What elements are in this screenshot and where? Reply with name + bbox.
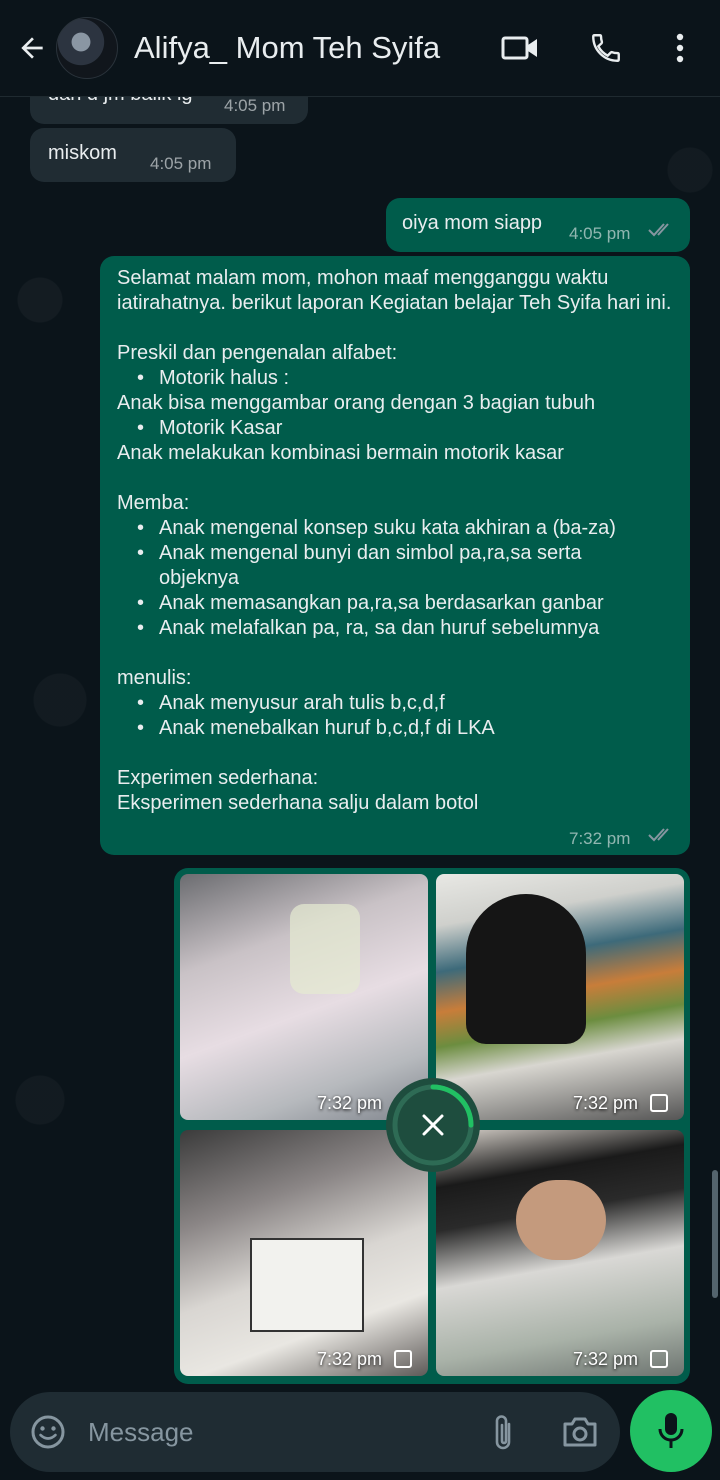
bullet-list: Motorik Kasar [117,416,677,441]
message-time: 4:05 pm [150,154,212,173]
message-composer [10,1392,620,1472]
message-time: 7:32 pm [569,829,631,848]
cancel-upload-button[interactable] [386,1078,480,1172]
section-title: Preskil dan pengenalan alfabet: [117,342,398,364]
bullet-list: Anak menyusur arah tulis b,c,d,f Anak me… [117,691,677,741]
section-title: Memba: [117,492,190,514]
more-vert-icon [676,33,684,63]
list-item: Anak menyusur arah tulis b,c,d,f [137,691,677,716]
chat-header: Alifya_ Mom Teh Syifa [0,0,720,97]
photo-time: 7:32 pm [572,1349,638,1369]
video-call-icon [501,36,537,60]
message-line: Eksperimen sederhana salju dalam botol [117,792,479,814]
pending-clock-icon [650,1350,668,1368]
bottle-shape [290,904,360,994]
message-input[interactable] [86,1415,470,1449]
message-line: Anak melakukan kombinasi bermain motorik… [117,442,564,464]
list-item: Anak mengenal bunyi dan simbol pa,ra,sa … [137,541,677,591]
read-ticks-icon [648,828,669,842]
video-call-button[interactable] [498,26,542,70]
message-line: Anak bisa menggambar orang dengan 3 bagi… [117,392,596,414]
attach-button[interactable] [486,1410,520,1454]
list-item: Anak menebalkan huruf b,c,d,f di LKA [137,716,677,741]
camera-button[interactable] [558,1410,602,1454]
message-bubble-outgoing[interactable]: oiya mom siapp 4:05 pm [386,198,690,252]
section-title: menulis: [117,667,192,689]
voice-call-button[interactable] [584,26,628,70]
message-text: oiya mom siapp [402,212,543,234]
message-bubble-outgoing[interactable]: Selamat malam mom, mohon maaf mengganggu… [100,256,690,855]
list-item: Motorik Kasar [137,416,677,441]
contact-avatar[interactable] [56,17,118,79]
more-options-button[interactable] [658,26,702,70]
photo-time: 7:32 pm [316,1093,382,1113]
message-bubble-incoming[interactable]: miskom 4:05 pm [30,128,236,182]
message-time: 4:05 pm [569,224,631,243]
read-ticks-icon [648,223,669,237]
contact-name[interactable]: Alifya_ Mom Teh Syifa [134,30,440,66]
worksheet-shape [250,1238,364,1332]
back-button[interactable] [10,26,54,70]
attach-icon [495,1415,511,1450]
section-title: Experimen sederhana: [117,767,319,789]
list-item: Anak melafalkan pa, ra, sa dan huruf seb… [137,616,677,641]
list-item: Anak mengenal konsep suku kata akhiran a… [137,516,677,541]
voice-record-button[interactable] [630,1390,712,1472]
close-icon [422,1114,444,1136]
bullet-list: Motorik halus : [117,366,677,391]
emoji-button[interactable] [28,1412,68,1452]
mic-icon [658,1413,684,1448]
photo-time: 7:32 pm [316,1349,382,1369]
photo-time: 7:32 pm [572,1093,638,1113]
pending-clock-icon [394,1350,412,1368]
emoji-icon [31,1415,65,1449]
bullet-list: Anak mengenal konsep suku kata akhiran a… [117,516,677,641]
report-message-body: Selamat malam mom, mohon maaf mengganggu… [117,266,677,816]
camera-icon [563,1417,597,1447]
chat-scrollbar[interactable] [712,1170,718,1298]
child-face-shape [516,1180,606,1260]
phone-icon [592,34,620,62]
back-arrow-icon [21,37,43,59]
list-item: Anak memasangkan pa,ra,sa berdasarkan ga… [137,591,677,616]
report-intro: Selamat malam mom, mohon maaf mengganggu… [117,267,672,314]
child-hair-shape [466,894,586,1044]
message-text: miskom [48,142,117,164]
list-item: Motorik halus : [137,366,677,391]
pending-clock-icon [650,1094,668,1112]
